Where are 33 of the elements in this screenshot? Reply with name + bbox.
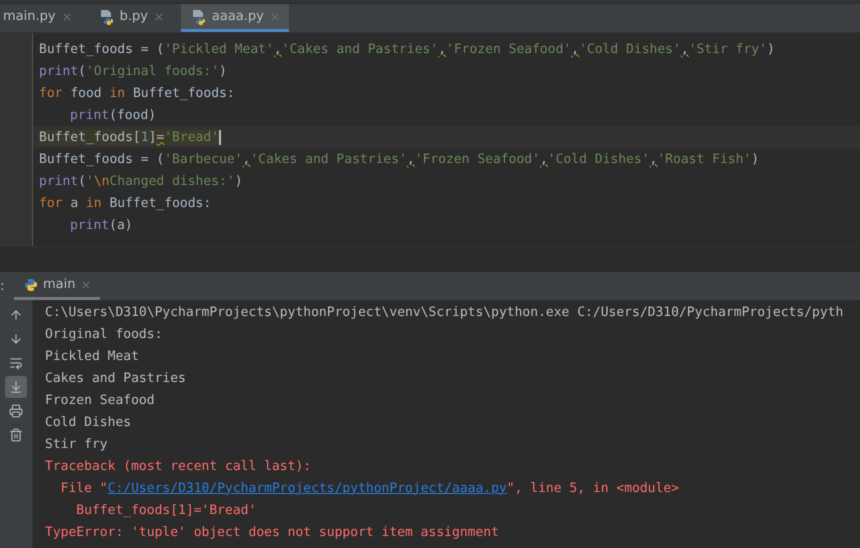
editor-tab[interactable]: b.py [88, 4, 173, 32]
error-output-text: ", line 5, in <module> [506, 480, 679, 496]
code-line: print('Original foods:') [39, 64, 227, 78]
trash-icon [9, 428, 23, 442]
output-line: Frozen Seafood [45, 392, 155, 408]
code-line: for a in Buffet_foods: [39, 196, 212, 210]
python-file-icon [190, 8, 207, 24]
code-line: for food in Buffet_foods: [39, 86, 235, 100]
python-logo-icon [24, 278, 38, 292]
error-output-text: File " [60, 480, 108, 496]
code-line: print('\nChanged dishes:') [39, 174, 243, 188]
output-line: Cold Dishes [45, 414, 132, 430]
wrap-text-icon [9, 356, 23, 370]
code-line: Buffet_foods = ('Barbecue','Cakes and Pastries','Frozen Seafood','Cold Dishes','Roast Fish') [39, 152, 760, 166]
code-line: Buffet_foods = ('Pickled Meat','Cakes and Pastries','Frozen Seafood','Cold Dishes','Stir fry') [39, 42, 775, 56]
editor-tab[interactable]: main.py [0, 4, 81, 32]
python-file-icon [98, 8, 115, 24]
error-output-line: TypeError: 'tuple' object does not support item assignment [45, 524, 499, 540]
output-line: Stir fry [45, 436, 108, 452]
error-output-line: Buffet_foods[1]='Bread' [75, 502, 256, 518]
error-output-line: Traceback (most recent call last): [45, 458, 312, 474]
code-line: print(food) [70, 108, 156, 122]
output-line: Cakes and Pastries [45, 370, 186, 386]
printer-icon [9, 404, 23, 418]
file-link[interactable]: C:/Users/D310/PycharmProjects/pythonProject/aaaa.py [108, 480, 507, 496]
scroll-to-end-button[interactable] [5, 376, 27, 398]
editor-tab[interactable]: aaaa.py [180, 4, 289, 32]
scroll-to-end-icon [9, 380, 23, 394]
output-line: Pickled Meat [45, 348, 139, 364]
output-line: Original foods: [45, 326, 162, 342]
run-panel-label: : [0, 278, 6, 294]
output-line: C:\Users\D310\PycharmProjects\pythonProject\venv\Scripts\python.exe C:/Users/D310/PycharmProjects/pyth [45, 304, 844, 320]
code-line: print(a) [70, 218, 133, 232]
